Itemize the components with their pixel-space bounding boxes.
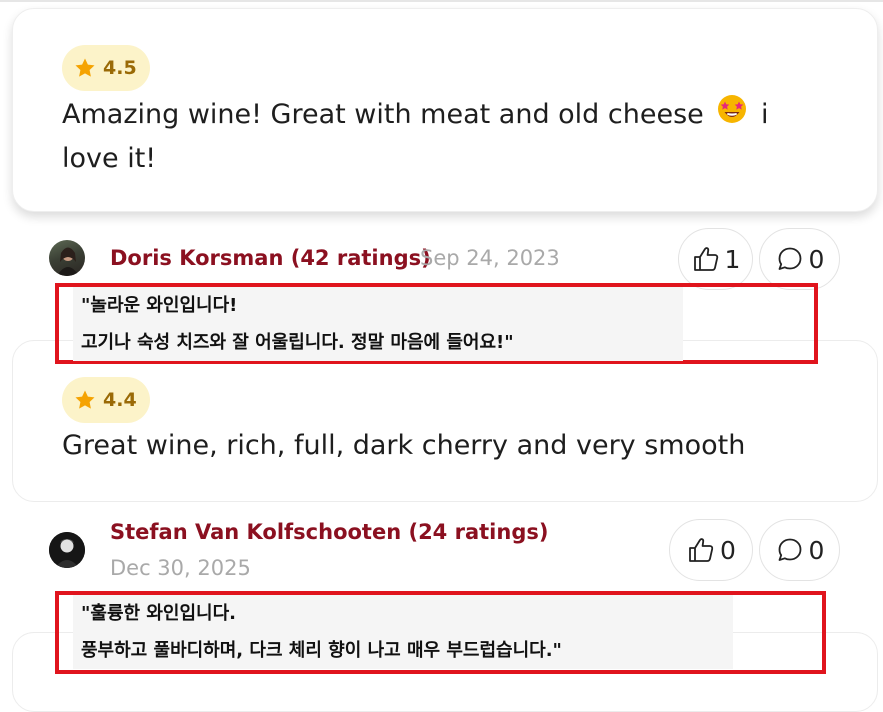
like-button[interactable]: 0 xyxy=(669,519,753,581)
thumbs-up-icon xyxy=(689,538,714,562)
rating-value: 4.4 xyxy=(103,389,137,411)
star-icon xyxy=(75,58,95,77)
username-link[interactable]: Doris Korsman (42 ratings) xyxy=(110,246,431,270)
review-meta-row: Stefan Van Kolfschooten (24 ratings) Dec… xyxy=(0,515,883,595)
translation-text: "훌륭한 와인입니다. 풍부하고 풀바디하며, 다크 체리 향이 나고 매우 부… xyxy=(73,595,733,669)
like-count: 0 xyxy=(720,535,736,565)
top-divider xyxy=(0,0,883,2)
translation-line: 풍부하고 풀바디하며, 다크 체리 향이 나고 매우 부드럽습니다." xyxy=(81,640,562,661)
star-struck-emoji-icon xyxy=(716,93,748,138)
review-text-main: Amazing wine! Great with meat and old ch… xyxy=(62,99,704,130)
rating-value: 4.5 xyxy=(103,57,137,79)
review-date: Dec 30, 2025 xyxy=(110,556,251,580)
like-button[interactable]: 1 xyxy=(678,228,753,290)
avatar[interactable] xyxy=(49,532,85,568)
review-card: 4.4 Great wine, rich, full, dark cherry … xyxy=(12,340,878,502)
avatar[interactable] xyxy=(49,240,85,276)
comment-count: 0 xyxy=(808,244,825,274)
review-text: Amazing wine! Great with meat and old ch… xyxy=(62,93,817,180)
comment-count: 0 xyxy=(808,535,825,565)
star-icon xyxy=(75,390,95,409)
translation-text: "놀라운 와인입니다! 고기나 숙성 치즈와 잘 어울립니다. 정말 마음에 들… xyxy=(73,287,683,361)
review-card: 4.5 Amazing wine! Great with meat and ol… xyxy=(12,8,878,212)
translation-highlight: "놀라운 와인입니다! 고기나 숙성 치즈와 잘 어울립니다. 정말 마음에 들… xyxy=(55,283,818,364)
review-date: Sep 24, 2023 xyxy=(420,246,560,270)
comment-button[interactable]: 0 xyxy=(759,228,840,290)
translation-highlight: "훌륭한 와인입니다. 풍부하고 풀바디하며, 다크 체리 향이 나고 매우 부… xyxy=(55,591,826,674)
comment-icon xyxy=(778,538,801,561)
thumbs-up-icon xyxy=(693,247,718,271)
username-link[interactable]: Stefan Van Kolfschooten (24 ratings) xyxy=(110,520,548,544)
comment-button[interactable]: 0 xyxy=(759,519,840,581)
rating-badge: 4.4 xyxy=(62,377,150,423)
rating-badge: 4.5 xyxy=(62,45,150,91)
translation-line: 고기나 숙성 치즈와 잘 어울립니다. 정말 마음에 들어요!" xyxy=(81,332,514,353)
like-count: 1 xyxy=(724,244,741,274)
translation-line: "놀라운 와인입니다! xyxy=(81,295,238,316)
comment-icon xyxy=(778,247,801,270)
translation-line: "훌륭한 와인입니다. xyxy=(81,603,236,624)
review-text: Great wine, rich, full, dark cherry and … xyxy=(62,430,746,461)
